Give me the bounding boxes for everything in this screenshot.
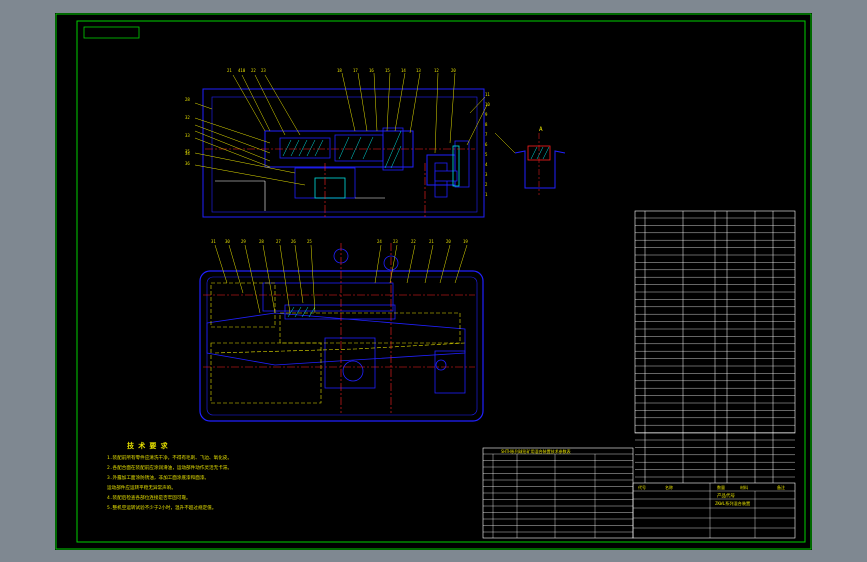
callout-number: 1 <box>485 192 488 197</box>
callout-number: 9 <box>485 112 488 117</box>
callout-number: 15 <box>385 68 390 73</box>
note-line: 运动部件应运转平稳无异常声响。 <box>107 484 176 491</box>
product-code: 产品代号 <box>717 492 735 499</box>
callout-number: 19 <box>463 239 468 244</box>
notes-heading: 技 术 要 求 <box>127 441 169 450</box>
callout-number: 23 <box>393 239 398 244</box>
callout-number: 29 <box>241 239 246 244</box>
callout-number: 30 <box>225 239 230 244</box>
note-line: 1.装配前所有零件应清洗干净，不得有毛刺、飞边、氧化皮。 <box>107 454 232 461</box>
callout-number: 31 <box>211 239 216 244</box>
callout-number: 24 <box>377 239 382 244</box>
detail-view-a <box>494 132 566 195</box>
title-cell-remark: 备注 <box>777 484 785 490</box>
callout-number: 18 <box>337 68 342 73</box>
callout-number: 4 <box>485 162 488 167</box>
callout-numbers: 21 410 22 23 18 17 16 15 14 13 12 20283233343536111… <box>185 68 490 244</box>
callout-number: 13 <box>416 68 421 73</box>
drawing-name: ZKWL系列混合装置 <box>715 500 750 507</box>
callout-number: 16 <box>369 68 374 73</box>
note-line: 3.外露加工面涂防锈油，非加工面涂底漆和面漆。 <box>107 474 209 481</box>
note-line: 4.装配后检查各部位连接是否牢固可靠。 <box>107 494 191 501</box>
cad-drawing: 21 410 22 23 18 17 16 15 14 13 12 20283233343536111… <box>55 13 812 550</box>
callout-number: 410 <box>238 68 246 73</box>
parameter-table-title: SHTH系列球形矿用混合装置技术参数表 <box>501 448 571 454</box>
callout-number: 35 <box>185 149 190 154</box>
callout-number: 22 <box>411 239 416 244</box>
callout-number: 20 <box>451 68 456 73</box>
callout-number: 28 <box>259 239 264 244</box>
callout-number: 7 <box>485 132 488 137</box>
callout-number: 12 <box>434 68 439 73</box>
callout-number: 32 <box>185 115 190 120</box>
callout-number: 22 <box>251 68 256 73</box>
callout-number: 27 <box>276 239 281 244</box>
parts-list-table <box>634 210 796 483</box>
callout-number: 20 <box>446 239 451 244</box>
callout-number: 21 <box>227 68 232 73</box>
callout-number: 21 <box>429 239 434 244</box>
callout-number: 3 <box>485 172 488 177</box>
title-cell-code: 代号 <box>638 484 646 490</box>
parameter-table <box>482 447 634 539</box>
note-line: 5.整机空运转试验不少于2小时，温升不超过规定值。 <box>107 504 216 511</box>
title-cell-material: 材料 <box>740 484 748 490</box>
title-block <box>632 482 796 539</box>
title-cell-qty: 数量 <box>717 484 725 490</box>
callout-number: 33 <box>185 133 190 138</box>
callout-number: 5 <box>485 152 488 157</box>
callout-number: 17 <box>353 68 358 73</box>
callout-number: 23 <box>261 68 266 73</box>
plan-assembly-view <box>199 243 484 422</box>
title-cell-name: 名称 <box>665 484 673 490</box>
callout-number: 10 <box>485 102 490 107</box>
notes-lines: 1.装配前所有零件应清洗干净，不得有毛刺、飞边、氧化皮。 2.各配合面在装配前应… <box>107 454 232 511</box>
drawing-number-box <box>83 26 140 39</box>
top-assembly-view <box>194 72 488 218</box>
callout-number: 8 <box>485 122 488 127</box>
callout-number: 36 <box>185 161 190 166</box>
callout-number: 14 <box>401 68 406 73</box>
callout-number: 28 <box>185 97 190 102</box>
callout-number: 25 <box>307 239 312 244</box>
callout-number: 2 <box>485 182 488 187</box>
callout-number: 26 <box>291 239 296 244</box>
callout-number: 11 <box>485 92 490 97</box>
note-line: 2.各配合面在装配前应涂润滑油，运动部件动作灵活无卡滞。 <box>107 464 232 471</box>
callout-number: 6 <box>485 142 488 147</box>
detail-label: A <box>539 126 543 133</box>
drawing-sheet: 21 410 22 23 18 17 16 15 14 13 12 20 28 32 33 34 35 36 11 1… <box>55 13 812 550</box>
